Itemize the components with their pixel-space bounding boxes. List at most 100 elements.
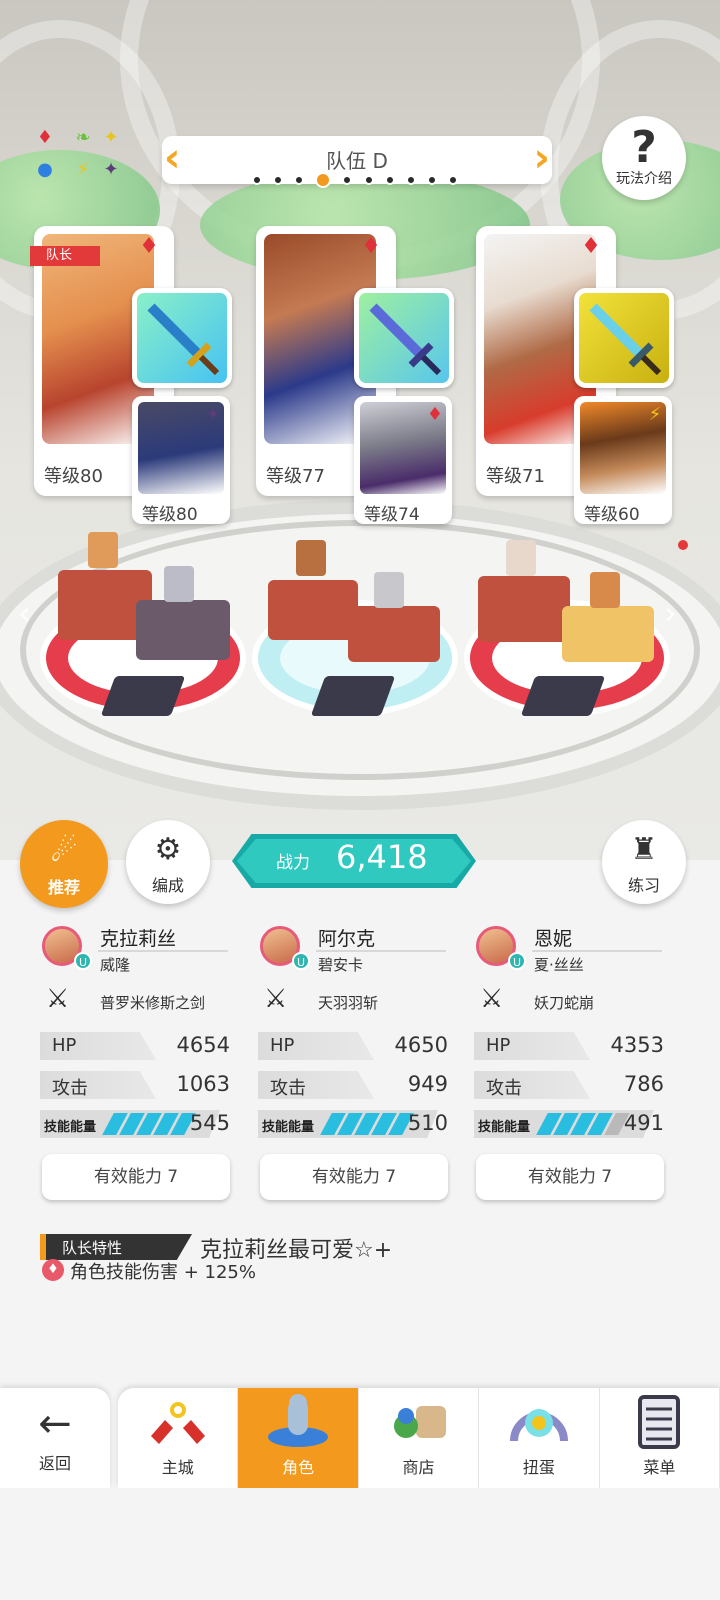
skill-energy-value: 545 <box>189 1111 230 1135</box>
team-power-display: 战力 6,418 <box>232 834 476 888</box>
divider <box>98 950 228 952</box>
weapon-name: 天羽羽斩 <box>318 994 379 1012</box>
element-cycle-chart: ♦ ❧ ✦ ● ⚡ ✦ <box>34 126 130 188</box>
effective-ability-button[interactable]: 有效能力 7 <box>476 1154 664 1200</box>
divider <box>532 950 662 952</box>
team-page-dot[interactable] <box>405 175 416 185</box>
unit-sprite <box>88 532 118 568</box>
tab-label: 扭蛋 <box>522 1458 555 1477</box>
bottom-navigation: ← 返回 主城 角色 商店 扭蛋 菜单 <box>0 1388 720 1488</box>
weapon-type-icon: ⚔ <box>46 984 70 1014</box>
attack-value: 949 <box>407 1072 448 1096</box>
next-team-button[interactable]: › <box>534 138 550 178</box>
sword-icon <box>147 303 220 376</box>
sub-character-card-1[interactable]: ✦ 等级80 <box>132 396 230 525</box>
recommend-button[interactable]: ☄ 推荐 <box>20 820 108 908</box>
tab-main-city[interactable]: 主城 <box>118 1388 239 1488</box>
skill-energy-value: 510 <box>407 1111 448 1135</box>
training-dummy-icon: ♜ <box>630 832 658 867</box>
skill-energy-value: 491 <box>623 1111 664 1135</box>
team-page-dot[interactable] <box>447 175 458 185</box>
how-to-play-label: 玩法介绍 <box>616 171 672 187</box>
sub-character-card-2[interactable]: ♦ 等级74 <box>354 396 452 525</box>
red-diamond-icon: ♦ <box>426 404 444 425</box>
hp-label: HP <box>270 1035 295 1056</box>
recommend-label: 推荐 <box>47 878 80 897</box>
attack-stat: 攻击 949 <box>258 1071 450 1099</box>
character-stats-column: U 阿尔克 碧安卡 ⚔ 天羽羽斩 HP 4650 攻击 949 技能能量 510 有效能力 7 <box>258 920 450 1210</box>
hp-stat: HP 4353 <box>474 1032 666 1060</box>
hp-label: HP <box>486 1035 511 1056</box>
question-icon: ? <box>631 122 657 173</box>
tab-label: 主城 <box>161 1458 194 1477</box>
skill-energy-label: 技能能量 <box>44 1120 97 1135</box>
skill-energy-label: 技能能量 <box>478 1120 531 1135</box>
tab-gacha[interactable]: 扭蛋 <box>479 1388 600 1488</box>
weapon-type-icon: ⚔ <box>264 984 288 1014</box>
attack-stat: 攻击 786 <box>474 1071 666 1099</box>
unit-block <box>268 580 358 640</box>
gacha-icon <box>479 1388 598 1454</box>
formation-button[interactable]: ⚙ 编成 <box>126 820 210 904</box>
partner-name: 威隆 <box>100 956 131 974</box>
unit-sprite <box>590 572 620 608</box>
team-page-dot[interactable] <box>294 175 305 185</box>
character-name: 克拉莉丝 <box>100 928 177 950</box>
character-level: 等级80 <box>142 505 198 525</box>
character-stats-column: U 克拉莉丝 威隆 ⚔ 普罗米修斯之剑 HP 4654 攻击 1063 技能能量 545 有效能力 7 <box>40 920 232 1210</box>
team-page-dot[interactable] <box>342 175 353 185</box>
sub-character-card-3[interactable]: ⚡ 等级60 <box>574 396 672 525</box>
system-bar-area <box>0 1488 720 1600</box>
weapon-icon-sword[interactable] <box>574 288 674 388</box>
dark-star-icon: ✦ <box>103 158 119 180</box>
character-level: 等级80 <box>44 466 103 487</box>
red-diamond-icon: ♦ <box>36 126 54 148</box>
how-to-play-button[interactable]: ? 玩法介绍 <box>602 116 686 200</box>
tab-character[interactable]: 角色 <box>238 1388 359 1488</box>
skill-energy-stat: 技能能量 491 <box>474 1110 666 1138</box>
team-page-dot[interactable] <box>363 175 374 185</box>
scroll-right-arrow[interactable]: › <box>664 594 677 632</box>
practice-button[interactable]: ♜ 练习 <box>602 820 686 904</box>
lightning-icon: ⚡ <box>76 158 90 180</box>
character-level: 等级74 <box>364 505 420 525</box>
character-stats-column: U 恩妮 夏·丝丝 ⚔ 妖刀蛇崩 HP 4353 攻击 786 技能能量 491 有效能力 7 <box>474 920 666 1210</box>
team-page-dot[interactable] <box>273 175 284 185</box>
back-button[interactable]: ← 返回 <box>0 1388 110 1488</box>
formation-label: 编成 <box>151 876 184 895</box>
character-name: 阿尔克 <box>318 928 376 950</box>
notification-dot <box>678 540 688 550</box>
team-page-dot[interactable] <box>315 172 332 188</box>
sword-icon <box>589 303 662 376</box>
character-icon <box>238 1388 357 1454</box>
partner-badge-icon: U <box>508 952 526 970</box>
tab-menu[interactable]: 菜单 <box>600 1388 720 1488</box>
partner-badge-icon: U <box>74 952 92 970</box>
hp-value: 4654 <box>176 1033 230 1057</box>
team-page-dot[interactable] <box>426 175 437 185</box>
effective-ability-button[interactable]: 有效能力 7 <box>42 1154 230 1200</box>
unit-sprite <box>506 540 536 576</box>
team-page-dot[interactable] <box>252 175 262 185</box>
nav-tabs: 主城 角色 商店 扭蛋 菜单 <box>118 1388 720 1488</box>
character-level: 等级77 <box>266 466 325 487</box>
tab-label: 角色 <box>282 1458 315 1477</box>
unit-block <box>348 606 440 662</box>
effective-ability-button[interactable]: 有效能力 7 <box>260 1154 448 1200</box>
weapon-icon-sword[interactable] <box>132 288 232 388</box>
weapon-icon-sword[interactable] <box>354 288 454 388</box>
unit-block <box>478 576 570 642</box>
team-page-dot[interactable] <box>384 175 395 185</box>
scroll-left-arrow[interactable]: ‹ <box>18 594 31 632</box>
recommend-icon: ☄ <box>50 834 78 869</box>
leader-trait-tag-label: 队长特性 <box>62 1239 123 1257</box>
unit-sprite <box>296 540 326 576</box>
leader-trait-accent <box>40 1234 46 1260</box>
attack-label: 攻击 <box>52 1078 88 1099</box>
unit-sprite <box>164 566 194 602</box>
hp-value: 4353 <box>610 1033 664 1057</box>
tab-shop[interactable]: 商店 <box>359 1388 480 1488</box>
attack-label: 攻击 <box>270 1078 306 1099</box>
blue-orb-icon: ● <box>37 158 53 180</box>
platform-emblem <box>100 676 186 716</box>
